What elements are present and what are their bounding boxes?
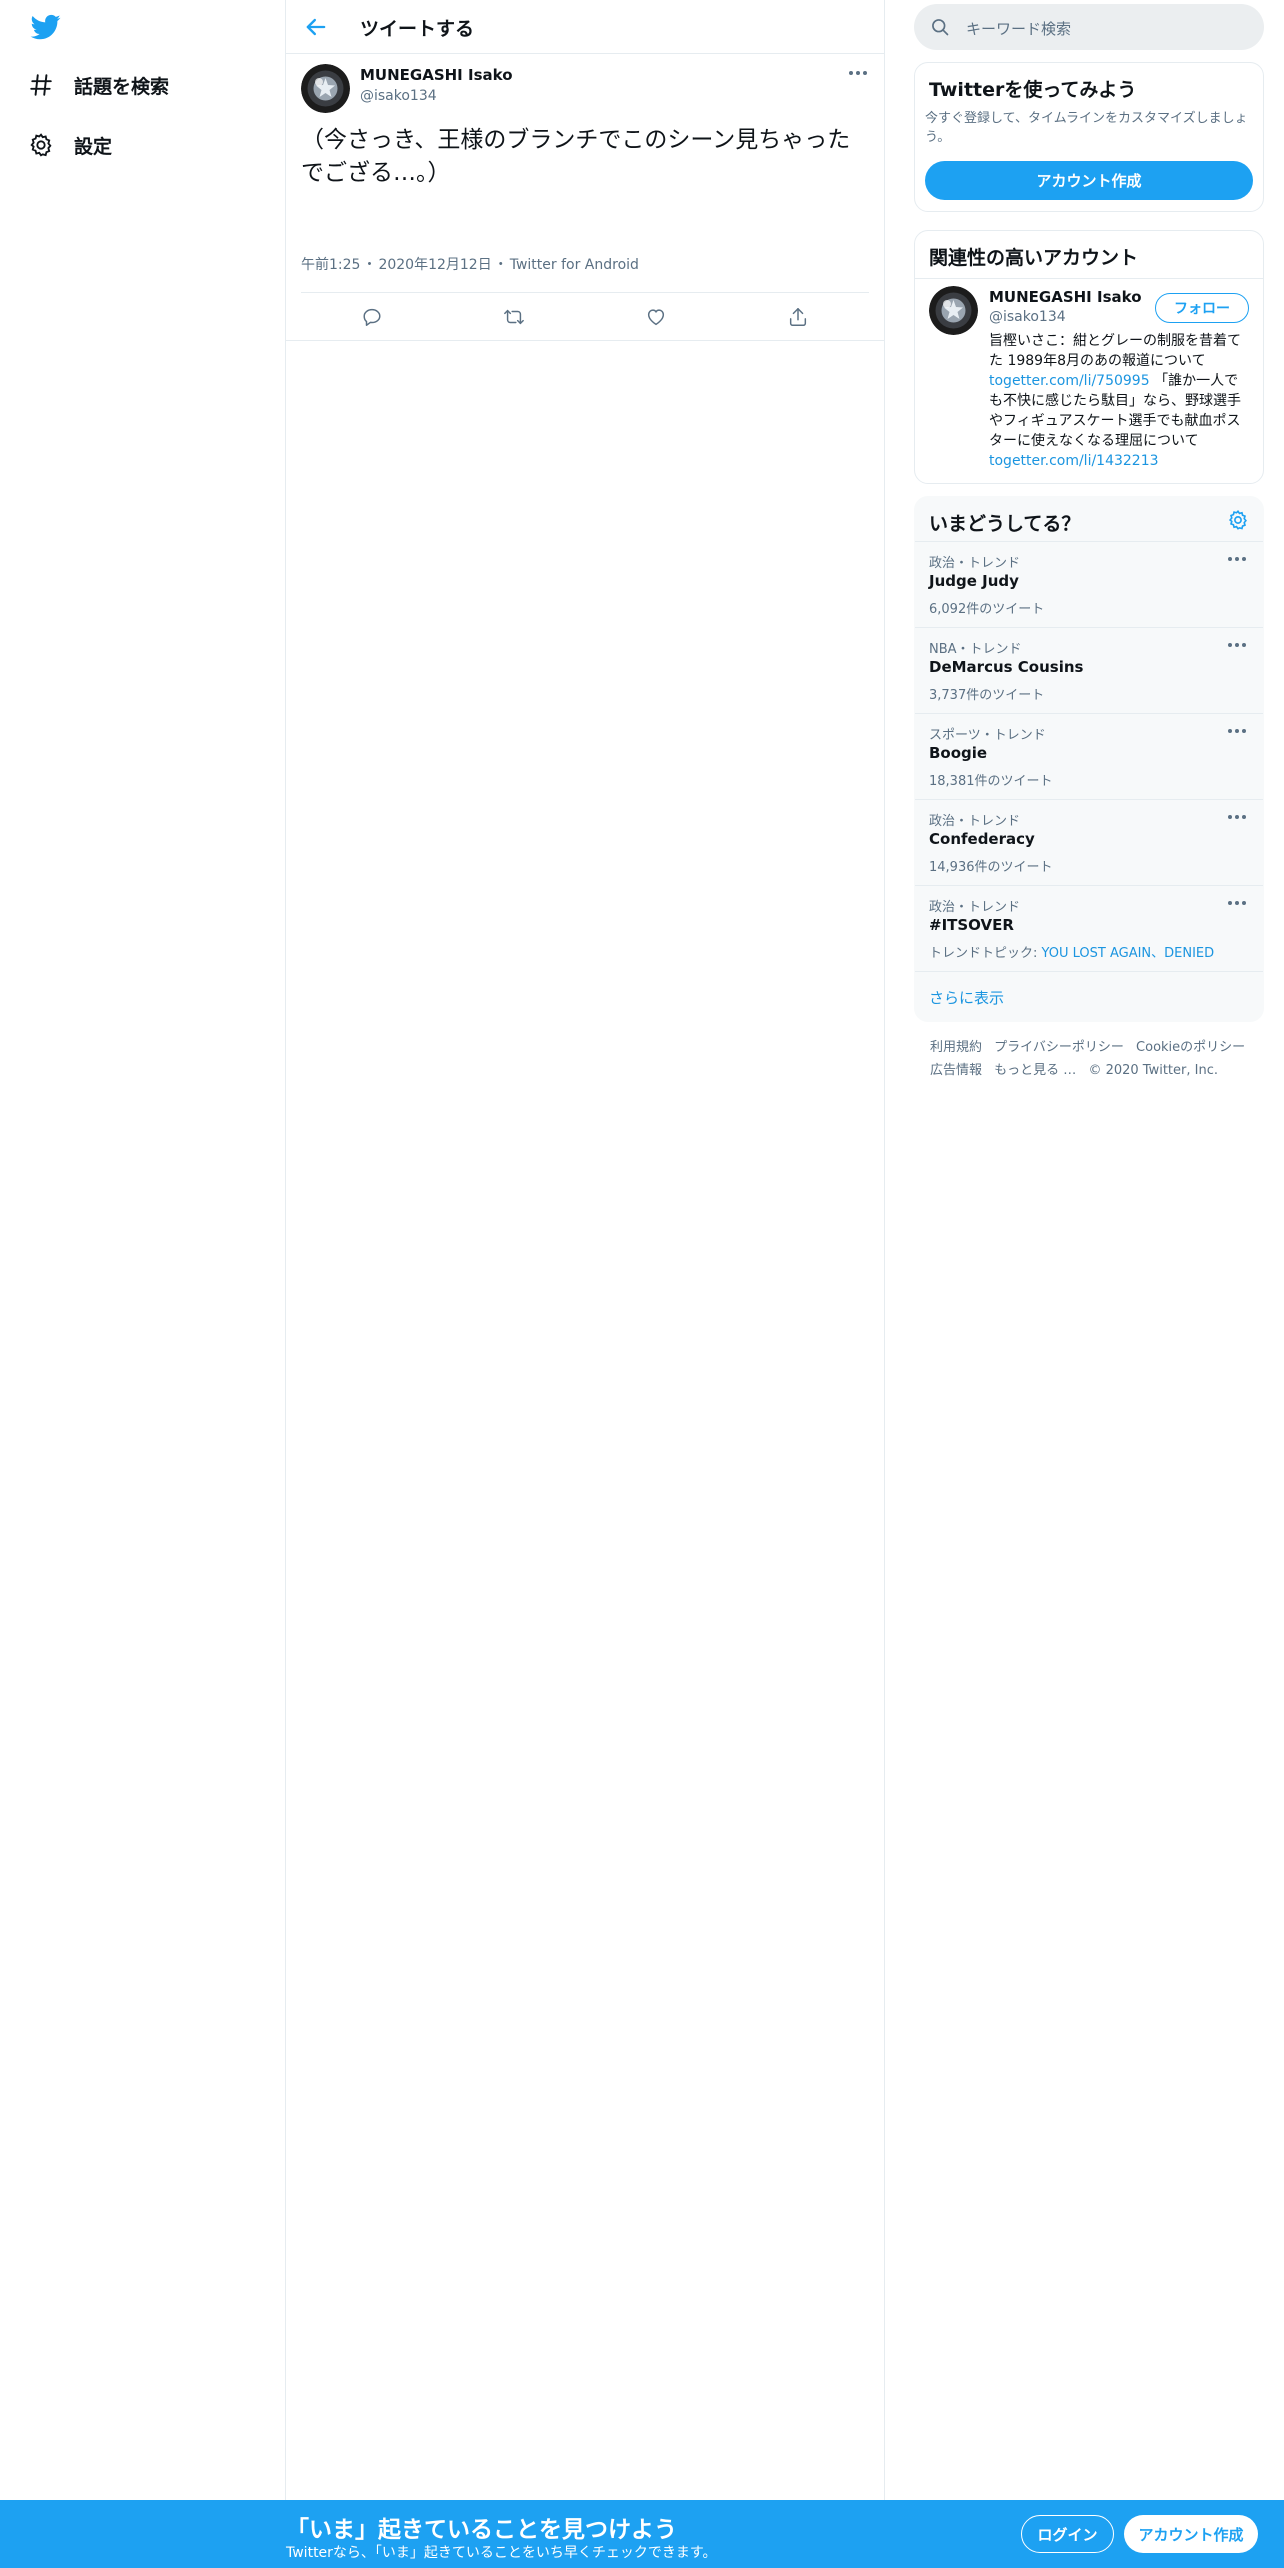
gear-icon[interactable] [1227,509,1249,531]
trend-category: NBA・トレンド [929,642,1022,657]
search-input[interactable]: キーワード検索 [914,4,1264,50]
bio-link[interactable]: togetter.com/li/1432213 [989,453,1159,469]
footer-link-ads[interactable]: 広告情報 [930,1059,982,1082]
tweet-date[interactable]: 2020年12月12日 [378,257,491,273]
trend-topics-label: トレンドトピック: [929,946,1042,961]
footer-link-cookies[interactable]: Cookieのポリシー [1136,1036,1245,1059]
nav-settings[interactable]: 設定 [28,125,112,165]
create-account-button[interactable]: アカウント作成 [925,161,1253,200]
share-button[interactable] [727,293,869,340]
follow-button[interactable]: フォロー [1155,293,1249,323]
bottom-bar-title: 「いま」起きていることを見つけよう [286,2517,677,2543]
author-handle[interactable]: @isako134 [360,88,437,104]
search-icon [932,19,949,36]
footer-link-terms[interactable]: 利用規約 [930,1036,982,1059]
trend-item[interactable]: 政治・トレンド Confederacy 14,936件のツイート [915,799,1263,886]
related-account-handle[interactable]: @isako134 [989,309,1066,325]
like-button[interactable] [585,293,727,340]
divider [915,278,1263,279]
tweet-meta: 午前1:25 ・ 2020年12月12日・ Twitter for Android [301,254,641,274]
trend-count: 14,936件のツイート [929,860,1053,875]
related-account-bio: 旨樫いさこ：紺とグレーの制服を昔着てた 1989年8月のあの報道について tog… [989,331,1251,471]
trend-category: 政治・トレンド [929,556,1021,571]
meta-separator: ・ [493,257,508,273]
left-navigation: 話題を検索 設定 [0,0,286,2568]
tweet-time[interactable]: 午前1:25 [301,257,360,273]
show-more-label: さらに表示 [929,989,1005,1007]
trend-name: DeMarcus Cousins [929,658,1084,676]
trend-topics-link[interactable]: YOU LOST AGAIN、DENIED [1042,946,1215,961]
show-more-trends[interactable]: さらに表示 [915,971,1263,1022]
meta-separator: ・ [362,257,377,273]
trends-card: いまどうしてる？ 政治・トレンド Judge Judy 6,092件のツイート … [914,496,1264,1022]
trend-item[interactable]: スポーツ・トレンド Boogie 18,381件のツイート [915,713,1263,800]
trend-name: Confederacy [929,830,1035,848]
footer-links: 利用規約 プライバシーポリシー Cookieのポリシー 広告情報 もっと見る …… [930,1036,1260,1082]
more-options-icon[interactable] [1227,812,1247,822]
tweet-text: （今さっき、王様のブランチでこのシーン見ちゃったでござる…。） [301,127,851,186]
nav-explore[interactable]: 話題を検索 [28,65,169,105]
retweet-icon [504,309,524,324]
search-placeholder: キーワード検索 [966,20,1072,38]
share-icon [789,307,807,326]
author-avatar[interactable] [301,64,350,113]
bottom-bar-subtitle: Twitterなら、「いま」起きていることをいち早くチェックできます。 [286,2545,717,2561]
page-title: ツイートする [360,18,475,40]
trend-item[interactable]: 政治・トレンド Judge Judy 6,092件のツイート [915,541,1263,628]
trend-category: 政治・トレンド [929,900,1021,915]
gear-icon [30,133,52,157]
like-icon [647,308,665,325]
more-options-icon[interactable] [1227,554,1247,564]
tweet-action-bar [301,292,869,340]
related-account-name[interactable]: MUNEGASHI Isako [989,288,1142,306]
more-options-icon[interactable] [1227,726,1247,736]
trend-topics: トレンドトピック: YOU LOST AGAIN、DENIED [929,942,1214,961]
more-options-icon[interactable] [1227,898,1247,908]
more-options-icon[interactable] [848,68,868,78]
footer-link-privacy[interactable]: プライバシーポリシー [994,1036,1124,1059]
reply-button[interactable] [301,293,443,340]
nav-explore-label: 話題を検索 [74,75,170,98]
trend-name: #ITSOVER [929,916,1014,934]
login-button[interactable]: ログイン [1021,2515,1114,2553]
footer-link-more[interactable]: もっと見る … [994,1059,1076,1082]
author-name[interactable]: MUNEGASHI Isako [360,66,513,84]
main-column: ツイートする MUNEGASHI Isako @isako134 （今さっき、王… [286,0,885,2568]
signup-button[interactable]: アカウント作成 [1124,2515,1258,2553]
bio-text: 旨樫いさこ：紺とグレーの制服を昔着てた 1989年8月のあの報道について [989,333,1241,369]
retweet-button[interactable] [443,293,585,340]
related-card-title: 関連性の高いアカウント [929,247,1139,269]
related-avatar[interactable] [929,286,978,335]
trend-category: スポーツ・トレンド [929,728,1046,743]
twitter-bird-icon[interactable] [28,12,64,42]
signup-card-description: 今すぐ登録して、タイムラインをカスタマイズしましょう。 [925,111,1248,145]
tweet-source[interactable]: Twitter for Android [510,257,639,273]
signup-card: Twitterを使ってみよう 今すぐ登録して、タイムラインをカスタマイズしましょ… [914,62,1264,212]
trend-count: 18,381件のツイート [929,774,1053,789]
reply-icon [363,308,381,326]
avatar-image [929,286,978,335]
avatar-image [301,64,350,113]
trend-item[interactable]: 政治・トレンド #ITSOVER トレンドトピック: YOU LOST AGAI… [915,885,1263,972]
back-arrow-icon[interactable] [302,13,330,41]
trend-count: 3,737件のツイート [929,688,1045,703]
trend-name: Judge Judy [929,572,1019,590]
trend-item[interactable]: NBA・トレンド DeMarcus Cousins 3,737件のツイート [915,627,1263,714]
trends-title: いまどうしてる？ [929,513,1081,535]
bio-link[interactable]: togetter.com/li/750995 [989,373,1150,389]
trend-category: 政治・トレンド [929,814,1021,829]
related-accounts-card: 関連性の高いアカウント MUNEGASHI Isako @isako134 フォ… [914,230,1264,484]
nav-settings-label: 設定 [74,135,113,158]
trend-name: Boogie [929,744,988,762]
trend-count: 6,092件のツイート [929,602,1045,617]
more-options-icon[interactable] [1227,640,1247,650]
main-header: ツイートする [286,0,884,54]
footer-copyright: © 2020 Twitter, Inc. [1088,1063,1218,1078]
signup-card-title: Twitterを使ってみよう [929,79,1137,101]
bottom-signup-bar: 「いま」起きていることを見つけよう Twitterなら、「いま」起きていることを… [0,2500,1284,2568]
tweet-detail: MUNEGASHI Isako @isako134 （今さっき、王様のブランチで… [286,54,884,341]
hashtag-icon [30,74,52,96]
